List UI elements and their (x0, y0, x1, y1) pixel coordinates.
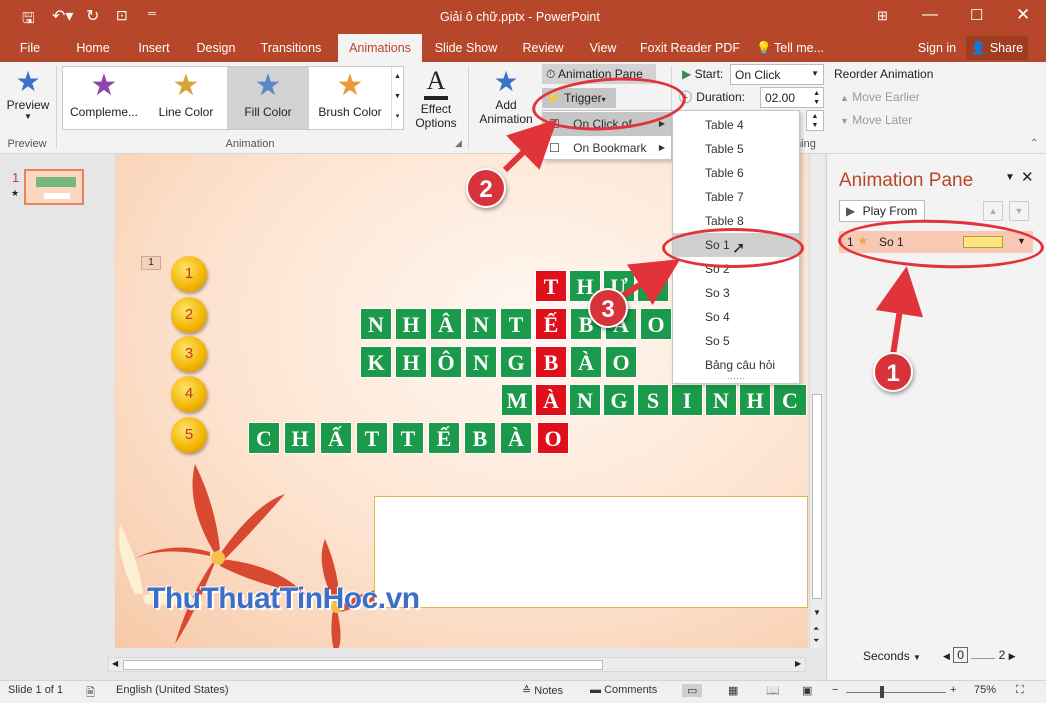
callout-badge-3: 3 (588, 288, 628, 328)
callout-badge-2: 2 (466, 168, 506, 208)
callout-badge-1: 1 (873, 352, 913, 392)
